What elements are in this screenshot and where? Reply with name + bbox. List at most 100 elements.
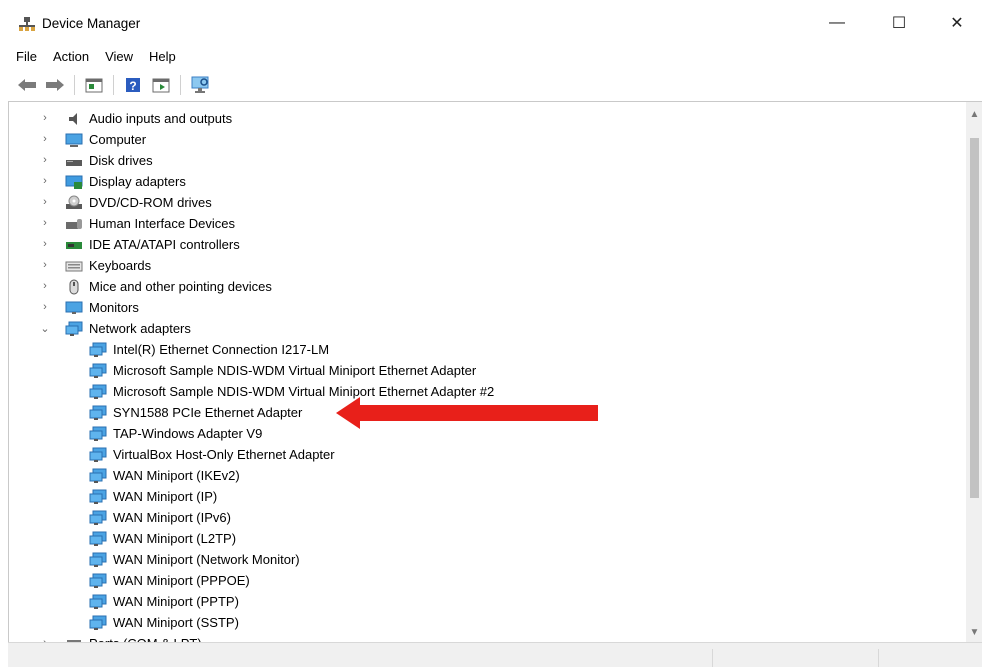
help-icon[interactable]: ? (122, 74, 144, 96)
toolbar: ? (8, 70, 211, 100)
network-adapter-item[interactable]: SYN1588 PCIe Ethernet Adapter (89, 402, 302, 423)
tree-node-label: IDE ATA/ATAPI controllers (89, 237, 240, 252)
tree-category[interactable]: › Monitors (43, 297, 139, 318)
maximize-button[interactable]: ☐ (876, 8, 922, 38)
tree-category[interactable]: › Mice and other pointing devices (43, 276, 272, 297)
network-adapter-icon (89, 615, 107, 631)
network-adapter-icon (89, 447, 107, 463)
network-adapter-icon (89, 531, 107, 547)
tree-node-label: Network adapters (89, 321, 191, 336)
tree-node-label: Keyboards (89, 258, 152, 273)
network-adapter-item[interactable]: WAN Miniport (L2TP) (89, 528, 236, 549)
chevron-right-icon[interactable]: › (39, 259, 51, 271)
tree-category[interactable]: › Display adapters (43, 171, 186, 192)
network-adapter-item[interactable]: WAN Miniport (PPPOE) (89, 570, 250, 591)
network-adapter-item[interactable]: Intel(R) Ethernet Connection I217-LM (89, 339, 329, 360)
tree-category[interactable]: › Disk drives (43, 150, 153, 171)
toolbar-separator (74, 75, 75, 95)
tree-node-label: Disk drives (89, 153, 153, 168)
chevron-right-icon[interactable]: › (39, 154, 51, 166)
ide-controller-icon (65, 237, 83, 253)
device-manager-window: Device Manager — ☐ ✕ File Action View He… (8, 0, 982, 667)
svg-text:?: ? (129, 79, 136, 93)
forward-icon[interactable] (44, 74, 66, 96)
tree-node-label: WAN Miniport (PPTP) (113, 594, 239, 609)
back-icon[interactable] (16, 74, 38, 96)
dvd-drive-icon (65, 195, 83, 211)
toolbar-separator (113, 75, 114, 95)
vertical-scrollbar[interactable]: ▲ ▼ (966, 102, 982, 642)
tree-node-label: SYN1588 PCIe Ethernet Adapter (113, 405, 303, 420)
menu-action[interactable]: Action (45, 46, 97, 68)
chevron-right-icon[interactable]: › (39, 112, 51, 124)
chevron-right-icon[interactable]: › (39, 280, 51, 292)
scrollbar-thumb[interactable] (970, 138, 979, 498)
tree-category[interactable]: › Human Interface Devices (43, 213, 235, 234)
update-driver-icon[interactable] (150, 74, 172, 96)
properties-icon[interactable] (83, 74, 105, 96)
network-adapter-item[interactable]: WAN Miniport (PPTP) (89, 591, 239, 612)
minimize-button[interactable]: — (814, 8, 860, 38)
network-adapter-item[interactable]: WAN Miniport (IKEv2) (89, 465, 240, 486)
tree-node-label: WAN Miniport (Network Monitor) (113, 552, 300, 567)
tree-node-label: Mice and other pointing devices (89, 279, 272, 294)
chevron-down-icon[interactable]: ⌄ (39, 322, 51, 335)
device-manager-app-icon (18, 16, 36, 32)
chevron-right-icon[interactable]: › (39, 301, 51, 313)
menu-bar: File Action View Help (8, 46, 184, 68)
chevron-right-icon[interactable]: › (39, 175, 51, 187)
network-adapter-icon (89, 363, 107, 379)
display-adapter-icon (65, 174, 83, 190)
network-adapter-item[interactable]: WAN Miniport (Network Monitor) (89, 549, 300, 570)
network-adapter-icon (89, 405, 107, 421)
mouse-icon (65, 279, 83, 295)
chevron-right-icon[interactable]: › (39, 238, 51, 250)
tree-category[interactable]: ›Ports (COM & LPT) (43, 633, 202, 642)
network-adapter-item[interactable]: WAN Miniport (IP) (89, 486, 217, 507)
disk-drive-icon (65, 153, 83, 169)
tree-category[interactable]: › Computer (43, 129, 147, 150)
tree-node-label: WAN Miniport (IP) (113, 489, 218, 504)
scroll-down-arrow-icon[interactable]: ▼ (966, 624, 982, 641)
network-adapter-icon (89, 552, 107, 568)
menu-view[interactable]: View (97, 46, 141, 68)
tree-node-label: WAN Miniport (PPPOE) (113, 573, 250, 588)
scan-hardware-icon[interactable] (189, 74, 211, 96)
network-adapter-item[interactable]: TAP-Windows Adapter V9 (89, 423, 262, 444)
tree-node-label: WAN Miniport (IKEv2) (113, 468, 240, 483)
chevron-right-icon[interactable]: › (39, 196, 51, 208)
tree-category[interactable]: › Audio inputs and outputs (43, 108, 232, 129)
status-bar-divider (712, 649, 713, 667)
title-bar[interactable]: Device Manager — ☐ ✕ (8, 0, 982, 46)
network-adapter-icon (89, 468, 107, 484)
tree-category[interactable]: › IDE ATA/ATAPI controllers (43, 234, 240, 255)
tree-node-label: TAP-Windows Adapter V9 (113, 426, 263, 441)
tree-node-label: DVD/CD-ROM drives (89, 195, 212, 210)
device-tree-panel[interactable]: › Audio inputs and outputs › Computer › Disk … (8, 101, 982, 642)
network-adapter-item[interactable]: WAN Miniport (SSTP) (89, 612, 239, 633)
tree-category[interactable]: ⌄ Network adapters (40, 318, 191, 339)
menu-help[interactable]: Help (141, 46, 184, 68)
chevron-right-icon[interactable]: › (39, 133, 51, 145)
scroll-up-arrow-icon[interactable]: ▲ (966, 106, 982, 123)
close-button[interactable]: ✕ (934, 8, 980, 38)
tree-node-label: WAN Miniport (L2TP) (113, 531, 237, 546)
chevron-right-icon[interactable]: › (39, 217, 51, 229)
tree-node-label: Human Interface Devices (89, 216, 235, 231)
tree-node-label: Display adapters (89, 174, 186, 189)
window-title: Device Manager (42, 16, 141, 31)
network-adapter-icon (65, 321, 83, 337)
tree-category[interactable]: › Keyboards (43, 255, 152, 276)
status-bar-divider (878, 649, 879, 667)
tree-node-label: Computer (89, 132, 147, 147)
tree-node-label: Microsoft Sample NDIS-WDM Virtual Minipo… (113, 363, 477, 378)
monitor-icon (65, 300, 83, 316)
menu-file[interactable]: File (8, 46, 45, 68)
tree-category[interactable]: › DVD/CD-ROM drives (43, 192, 212, 213)
red-arrow-annotation (336, 397, 598, 429)
network-adapter-icon (89, 426, 107, 442)
toolbar-separator (180, 75, 181, 95)
network-adapter-item[interactable]: WAN Miniport (IPv6) (89, 507, 231, 528)
network-adapter-item[interactable]: Microsoft Sample NDIS-WDM Virtual Minipo… (89, 360, 476, 381)
network-adapter-item[interactable]: VirtualBox Host-Only Ethernet Adapter (89, 444, 335, 465)
